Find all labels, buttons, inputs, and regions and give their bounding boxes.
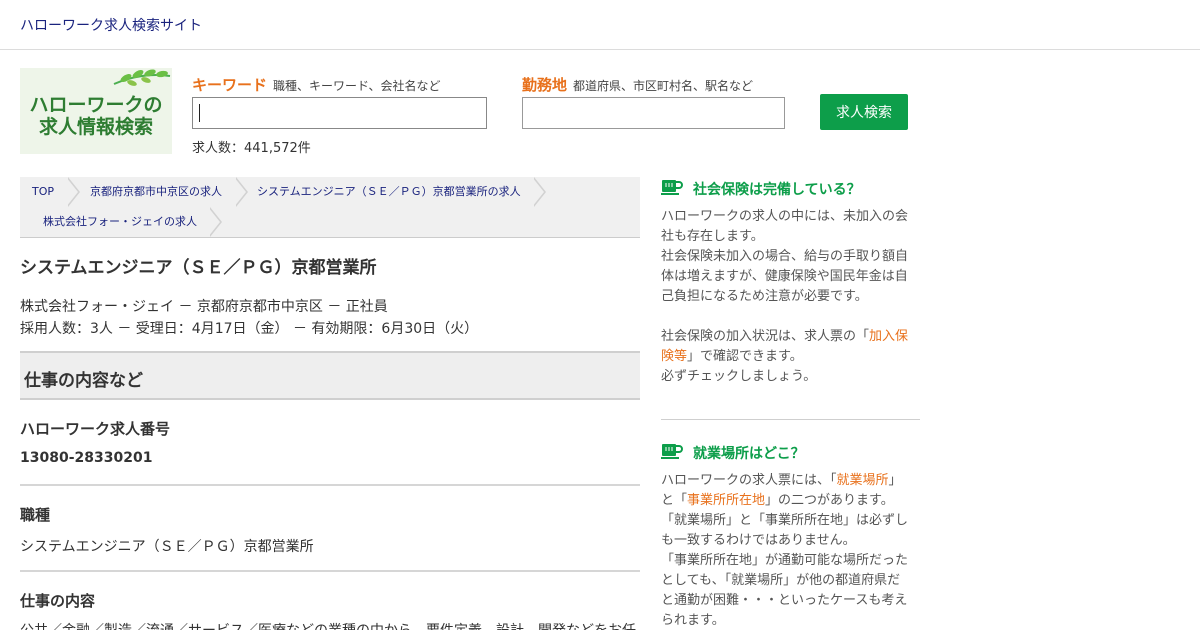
office-location-link[interactable]: 事業所所在地 [687,493,765,508]
location-title: 就業場所はどこ？ [693,446,805,462]
insurance-text: ハローワークの求人の中には、未加入の会 社も存在します。 社会保険未加入の場合、… [661,209,909,384]
breadcrumb-area[interactable]: 京都府京都市中京区の求人 [90,177,222,207]
work-place-link[interactable]: 就業場所 [837,473,889,488]
divider [20,570,640,572]
job-count: 求人数：441,572件 [192,141,311,156]
job-content-label: 仕事の内容 [20,592,96,610]
breadcrumb-job[interactable]: システムエンジニア（ＳＥ／ＰＧ）京都営業所の求人 [257,177,521,207]
breadcrumb-company[interactable]: 株式会社フォー・ジェイの求人 [43,207,197,237]
site-logo[interactable]: ハローワークの 求人情報検索 [20,68,172,154]
breadcrumb: TOP 京都府京都市中京区の求人 システムエンジニア（ＳＥ／ＰＧ）京都営業所の求… [20,177,640,238]
job-meta-line2: 採用人数：3人 － 受理日：4月17日（金） － 有効期限：6月30日（火） [20,321,479,337]
keyword-label: キーワード [192,76,268,94]
breadcrumb-top[interactable]: TOP [32,177,54,207]
cup-icon [661,444,683,459]
job-type-label: 職種 [20,506,51,524]
location-hint: 都道府県、市区町村名、駅名など [573,79,754,93]
job-type-value: システムエンジニア（ＳＥ／ＰＧ）京都営業所 [20,539,314,555]
job-title: システムエンジニア（ＳＥ／ＰＧ）京都営業所 [20,258,377,278]
job-content-value: 公共／金融／製造／流通／サービス／医療などの業種の中から、要件定義、設計、開発な… [20,620,640,630]
job-number-label: ハローワーク求人番号 [20,420,171,438]
section-header: 仕事の内容など [20,351,640,400]
section-title: 仕事の内容など [24,371,143,391]
keyword-input[interactable] [192,97,487,129]
leaf-icon [113,69,171,86]
text-caret [199,104,200,122]
aside-divider [661,419,920,420]
logo-text-line2: 求人情報検索 [38,116,153,138]
keyword-hint: 職種、キーワード、会社名など [273,79,441,93]
site-title-link[interactable]: ハローワーク求人検索サイト [20,15,202,35]
location-input[interactable] [522,97,785,129]
top-bar: ハローワーク求人検索サイト [0,0,1200,50]
insurance-link-cont[interactable]: 険等 [661,349,687,364]
location-text: ハローワークの求人票には、「就業場所」 と「事業所所在地」の二つがあります。 「… [661,473,909,628]
insurance-title: 社会保険は完備している？ [693,182,861,198]
location-label: 勤務地 [522,76,568,94]
job-number-value: 13080-28330201 [20,450,153,466]
search-button[interactable]: 求人検索 [820,94,908,130]
insurance-link[interactable]: 加入保 [869,329,908,344]
cup-icon [661,180,683,195]
divider [20,484,640,486]
job-meta-line1: 株式会社フォー・ジェイ － 京都府京都市中京区 － 正社員 [20,299,388,315]
